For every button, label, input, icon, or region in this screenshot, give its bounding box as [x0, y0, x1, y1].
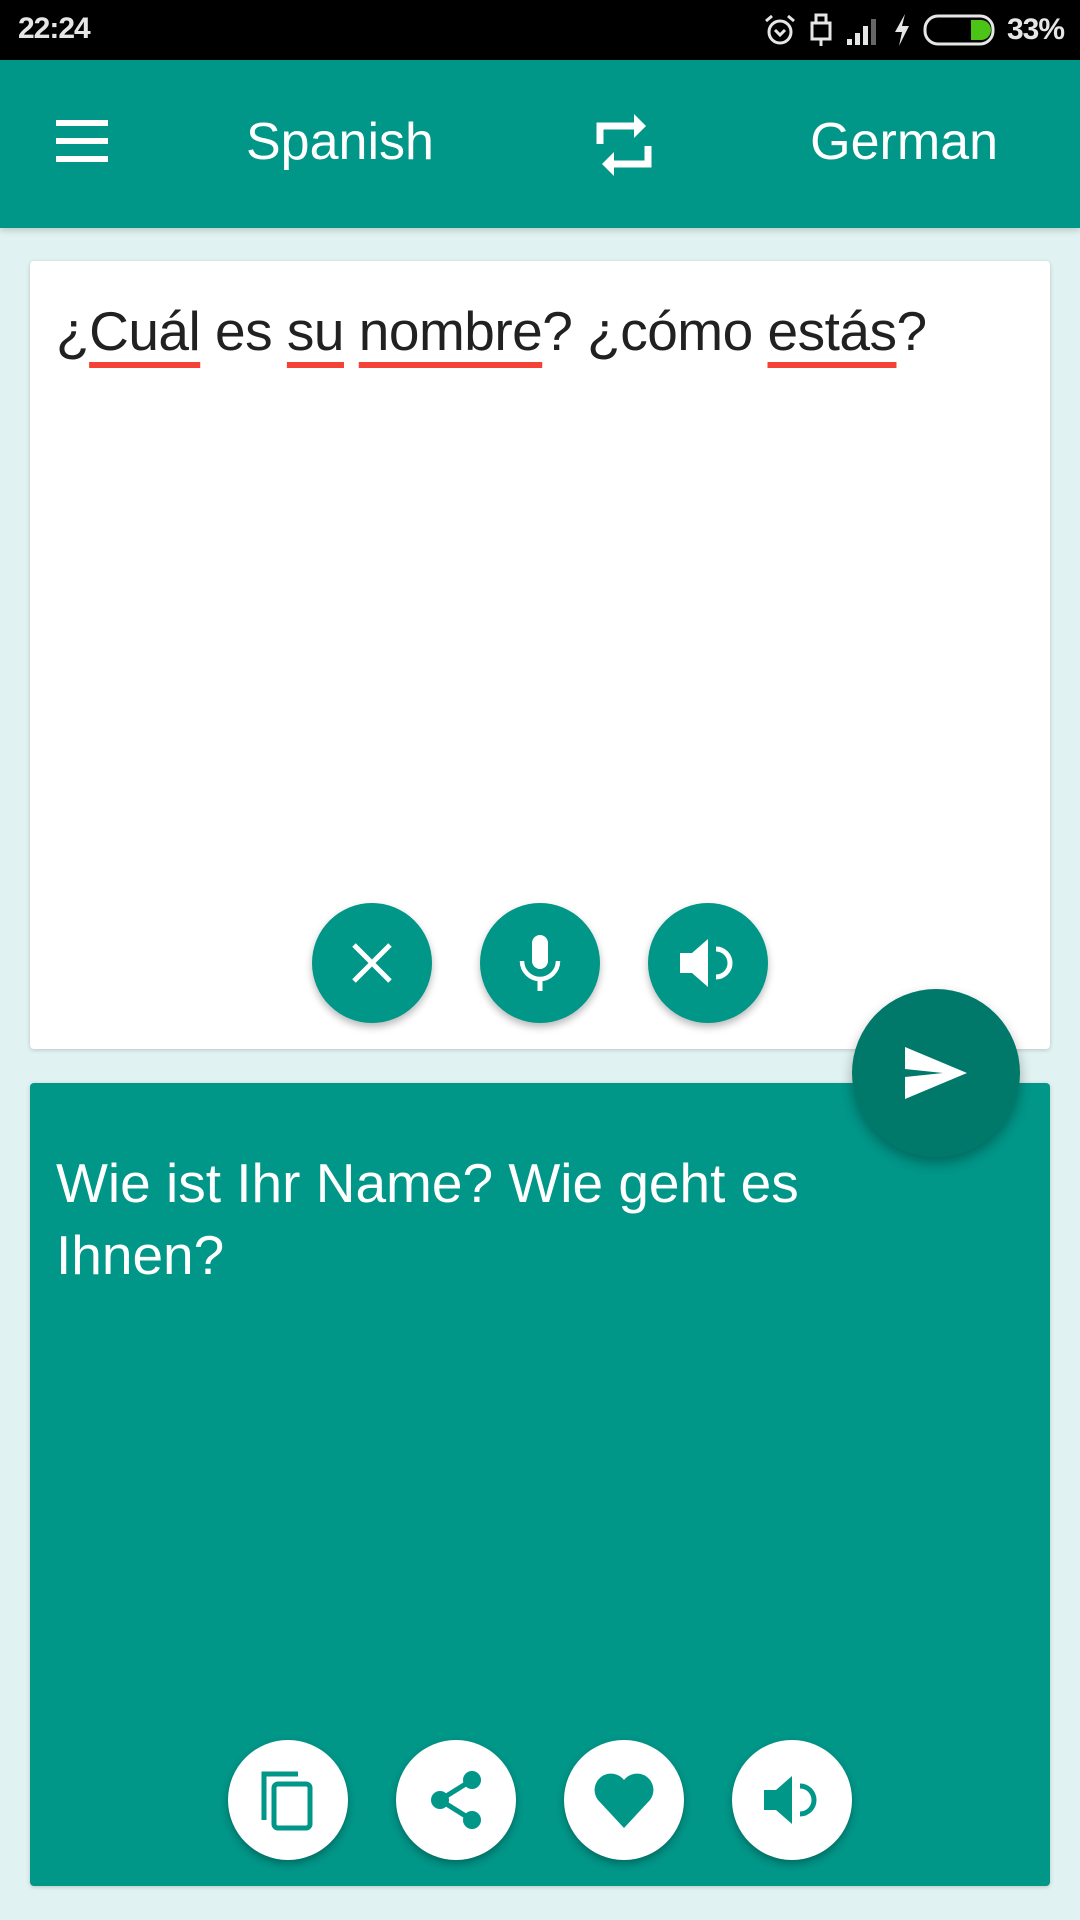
- clear-button[interactable]: [312, 903, 432, 1023]
- share-button[interactable]: [396, 1740, 516, 1860]
- app-bar: Spanish German: [0, 60, 1080, 228]
- speak-source-button[interactable]: [648, 903, 768, 1023]
- swap-icon: [596, 114, 652, 176]
- charging-icon: [894, 14, 909, 46]
- copy-icon: [261, 1771, 313, 1831]
- misspelled-word[interactable]: su: [287, 300, 345, 362]
- source-text-card: ¿Cuál es su nombre? ¿cómo estás?: [30, 261, 1050, 1049]
- share-icon: [431, 1771, 481, 1829]
- alarm-icon: [764, 14, 795, 45]
- status-icons: 33%: [763, 10, 1065, 50]
- usb-icon: [810, 13, 832, 46]
- source-word: ? ¿cómo: [542, 300, 768, 362]
- source-word: ¿: [56, 300, 90, 362]
- battery-fill: [970, 20, 991, 40]
- translation-text: Wie ist Ihr Name? Wie geht es Ihnen?: [56, 1152, 799, 1286]
- speaker-icon: [680, 939, 733, 987]
- battery-percent: 33%: [1006, 13, 1065, 46]
- menu-icon: [56, 120, 108, 126]
- microphone-icon: [519, 935, 561, 991]
- speaker-icon: [764, 1776, 817, 1824]
- source-language-selector[interactable]: Spanish: [246, 112, 434, 172]
- speak-translation-button[interactable]: [732, 1740, 852, 1860]
- copy-button[interactable]: [228, 1740, 348, 1860]
- misspelled-word[interactable]: nombre: [359, 300, 543, 362]
- close-icon: [352, 943, 392, 983]
- status-time: 22:24: [18, 12, 91, 45]
- favorite-button[interactable]: [564, 1740, 684, 1860]
- source-word: es: [200, 300, 287, 362]
- misspelled-word[interactable]: Cuál: [89, 300, 201, 362]
- send-icon: [905, 1047, 967, 1099]
- source-word: ?: [896, 300, 927, 362]
- menu-button[interactable]: [52, 120, 112, 168]
- status-bar: 22:24 33%: [0, 0, 1080, 60]
- source-word: [344, 300, 359, 362]
- microphone-button[interactable]: [480, 903, 600, 1023]
- misspelled-word[interactable]: estás: [768, 300, 897, 362]
- signal-icon: [846, 19, 876, 45]
- swap-languages-button[interactable]: [590, 110, 660, 180]
- translate-button[interactable]: [852, 989, 1020, 1157]
- target-language-selector[interactable]: German: [810, 112, 998, 172]
- battery-icon: [923, 14, 995, 46]
- translation-card: Wie ist Ihr Name? Wie geht es Ihnen?: [30, 1083, 1050, 1886]
- source-text-input[interactable]: ¿Cuál es su nombre? ¿cómo estás?: [56, 299, 927, 363]
- heart-icon: [594, 1773, 654, 1828]
